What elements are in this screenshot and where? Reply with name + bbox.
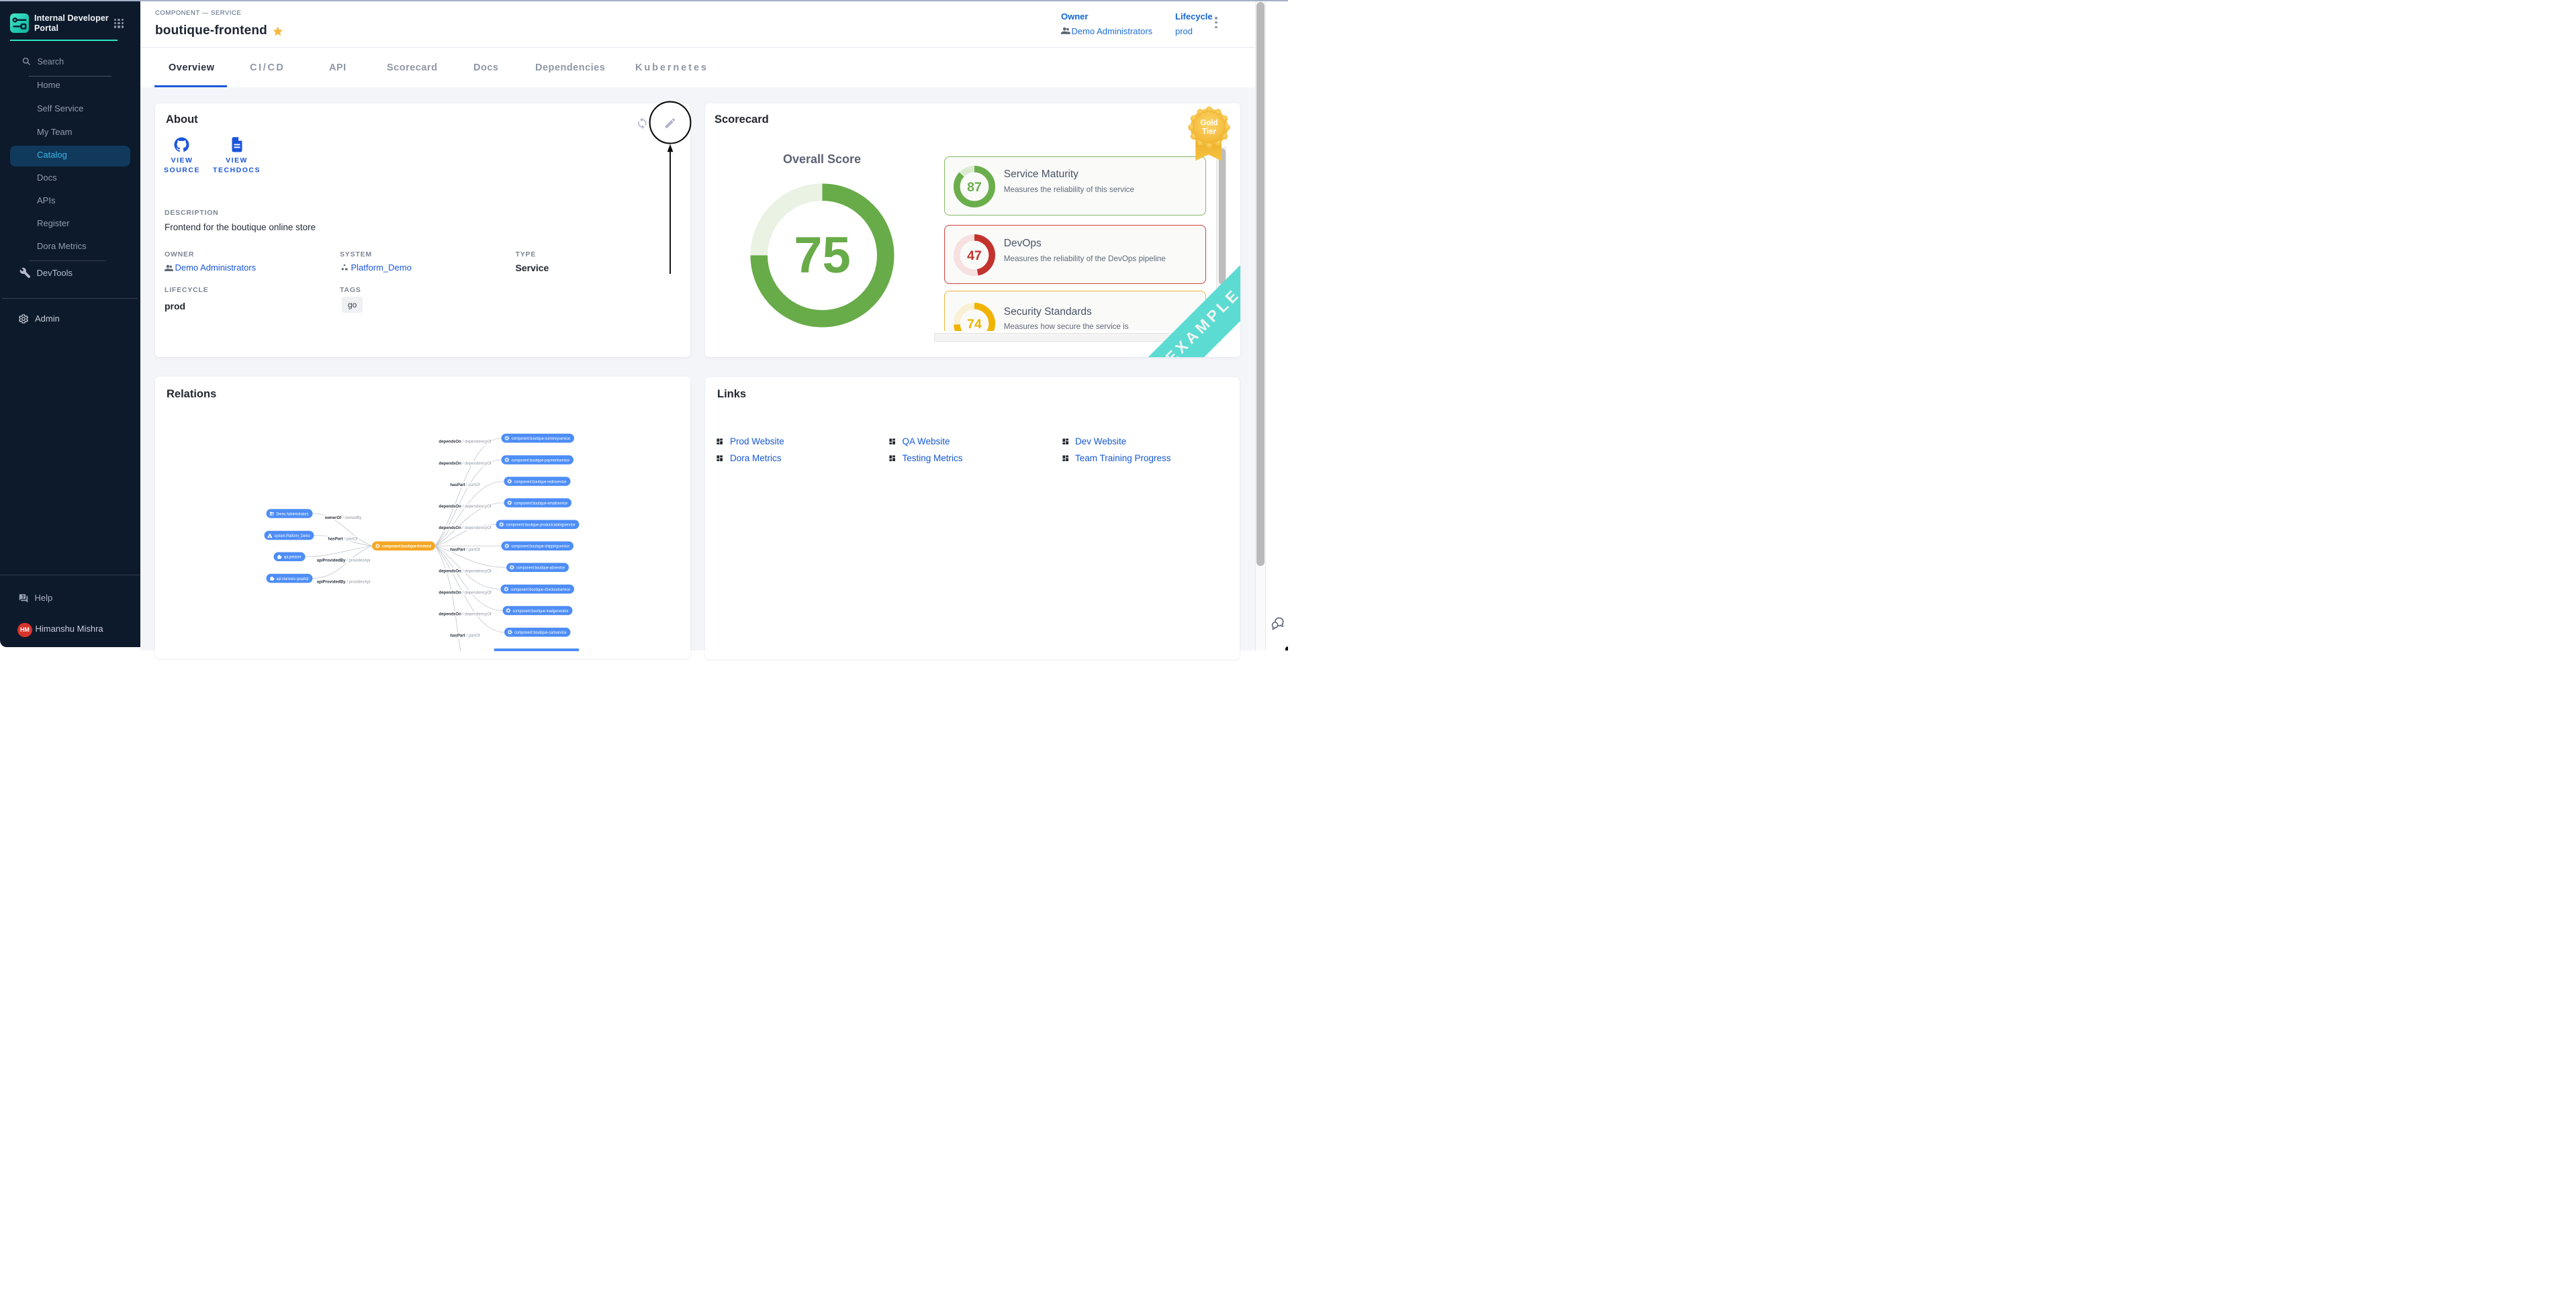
svg-text:api:starwars-graphql: api:starwars-graphql bbox=[276, 577, 308, 581]
svg-text:component:boutique-frontend: component:boutique-frontend bbox=[382, 545, 431, 549]
svg-text:dependsOn / dependencyOf: dependsOn / dependencyOf bbox=[439, 590, 492, 595]
svg-text:dependsOn / dependencyOf: dependsOn / dependencyOf bbox=[439, 504, 492, 509]
svg-text:87: 87 bbox=[967, 180, 982, 195]
svg-text:component:boutique-loadgenerat: component:boutique-loadgenerator bbox=[512, 610, 568, 614]
svg-text:Tier: Tier bbox=[1202, 128, 1216, 136]
svg-text:component:boutique-paymentserv: component:boutique-paymentservice bbox=[511, 459, 569, 463]
svg-text:component:boutique-cartservice: component:boutique-cartservice bbox=[514, 631, 567, 635]
svg-text:47: 47 bbox=[967, 248, 982, 263]
svg-text:dependsOn / dependencyOf: dependsOn / dependencyOf bbox=[439, 461, 492, 466]
svg-text:component:boutique-checkoutser: component:boutique-checkoutservice bbox=[510, 588, 570, 592]
svg-text:hasPart / partOf: hasPart / partOf bbox=[328, 536, 358, 541]
svg-text:apiProvidedBy / providesApi: apiProvidedBy / providesApi bbox=[316, 580, 370, 585]
svg-text:system:Platform_Demo: system:Platform_Demo bbox=[274, 534, 310, 538]
svg-text:component:boutique-emailservic: component:boutique-emailservice bbox=[514, 501, 567, 505]
svg-text:ownerOf / ownedBy: ownerOf / ownedBy bbox=[324, 516, 362, 520]
svg-text:hasPart / partOf: hasPart / partOf bbox=[450, 633, 480, 638]
svg-text:VIEW: VIEW bbox=[226, 156, 248, 164]
svg-text:dependsOn / dependencyOf: dependsOn / dependencyOf bbox=[439, 440, 492, 444]
svg-text:dependsOn / dependencyOf: dependsOn / dependencyOf bbox=[439, 612, 492, 616]
svg-text:component:boutique-shippingser: component:boutique-shippingservice bbox=[511, 545, 569, 549]
svg-text:component:boutique-adservice: component:boutique-adservice bbox=[516, 567, 565, 571]
svg-text:VIEW: VIEW bbox=[171, 156, 193, 164]
svg-text:Gold: Gold bbox=[1200, 119, 1217, 127]
svg-text:TECHDOCS: TECHDOCS bbox=[213, 166, 261, 174]
svg-text:api:petstore: api:petstore bbox=[283, 556, 302, 560]
svg-text:component:boutique-currencyser: component:boutique-currencyservice bbox=[511, 437, 570, 441]
svg-text:dependsOn / dependencyOf: dependsOn / dependencyOf bbox=[439, 569, 492, 573]
svg-text:dependsOn / dependencyOf: dependsOn / dependencyOf bbox=[439, 526, 492, 530]
svg-text:component:boutique-redisservic: component:boutique-redisservice bbox=[514, 480, 567, 484]
svg-text:hasPart / partOf: hasPart / partOf bbox=[450, 547, 480, 552]
svg-text:apiProvidedBy / providesApi: apiProvidedBy / providesApi bbox=[316, 559, 370, 563]
svg-text:SOURCE: SOURCE bbox=[164, 166, 200, 174]
svg-text:component:boutique-productcata: component:boutique-productcatalogservice bbox=[506, 524, 576, 528]
svg-text:75: 75 bbox=[794, 227, 851, 284]
svg-text:hasPart / partOf: hasPart / partOf bbox=[450, 483, 480, 487]
svg-text:74: 74 bbox=[967, 317, 982, 332]
svg-text:Demo Administrators: Demo Administrators bbox=[276, 512, 308, 516]
